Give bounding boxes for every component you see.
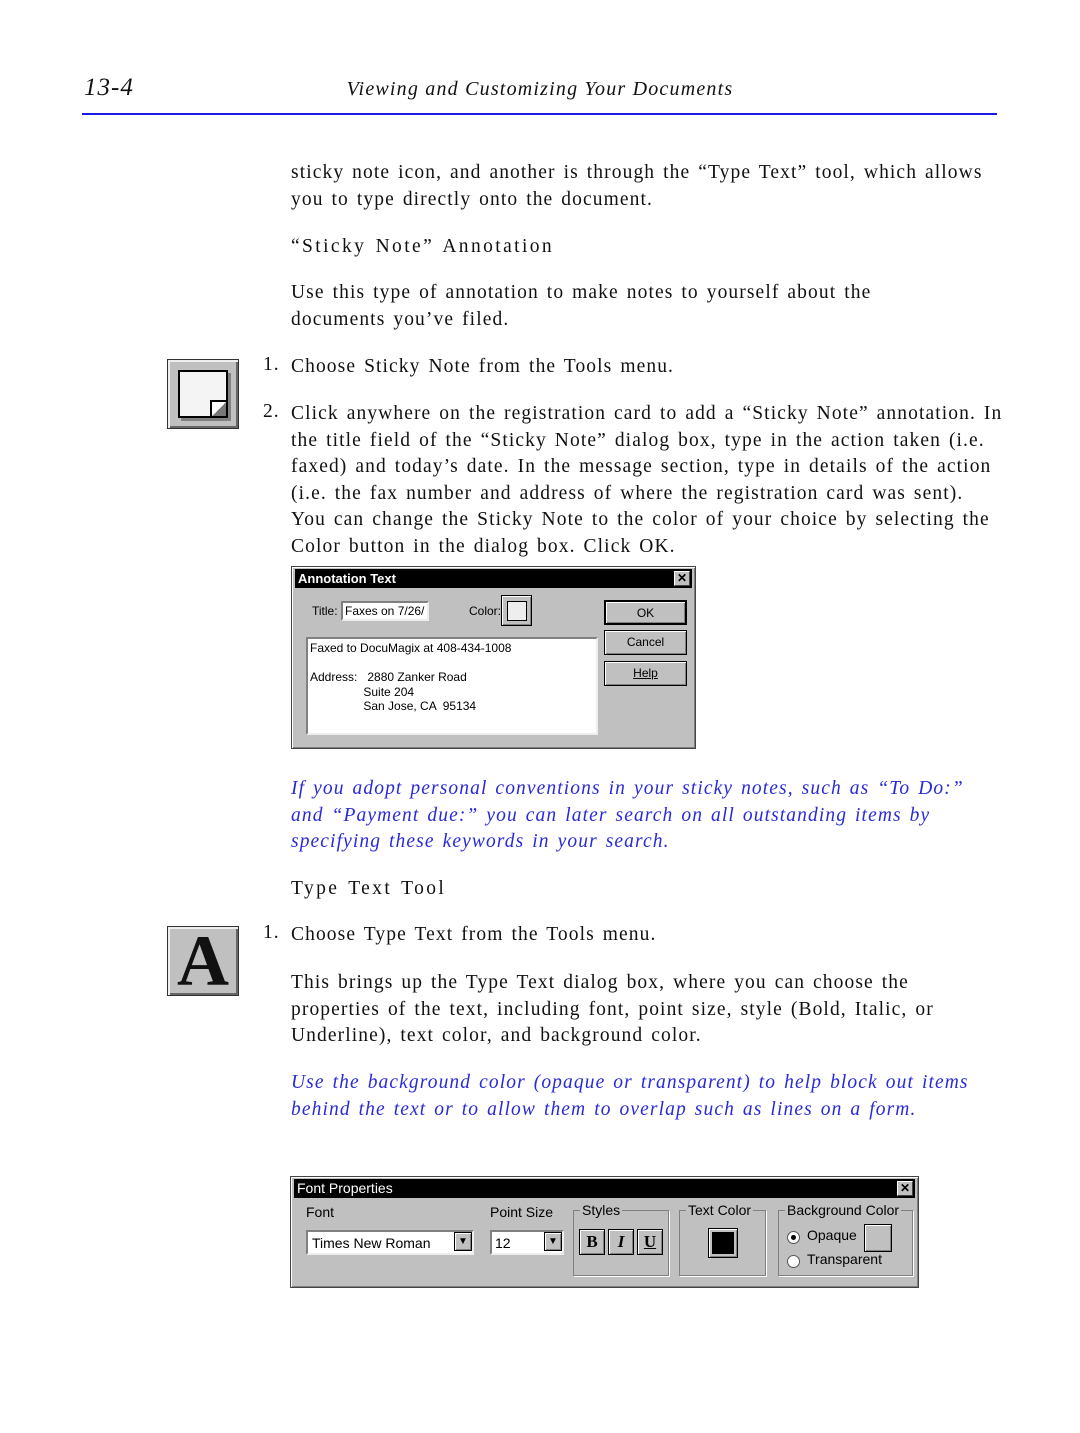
- sticky-step-2: Click anywhere on the registration card …: [291, 403, 1003, 557]
- message-line: [310, 656, 594, 671]
- header-rule: [82, 113, 997, 115]
- background-color-button[interactable]: [864, 1224, 892, 1252]
- font-label: Font: [306, 1204, 335, 1220]
- type-text-description: This brings up the Type Text dialog box,…: [291, 972, 934, 1047]
- message-line: San Jose, CA 95134: [310, 699, 477, 713]
- point-size-select[interactable]: 12 ▼: [490, 1230, 564, 1255]
- font-select[interactable]: Times New Roman ▼: [306, 1230, 474, 1255]
- transparent-radio[interactable]: [787, 1255, 800, 1268]
- text-color-label: Text Color: [686, 1202, 754, 1218]
- sticky-note-icon: [178, 370, 228, 418]
- color-label: Color:: [469, 604, 502, 618]
- background-color-group: Background Color Opaque Transparent: [778, 1202, 913, 1276]
- sticky-note-description: Use this type of annotation to make note…: [291, 282, 872, 330]
- type-text-tool-button: A: [167, 921, 239, 1001]
- styles-group: Styles B I U: [573, 1202, 669, 1276]
- help-button[interactable]: Help: [604, 661, 687, 686]
- chevron-down-icon[interactable]: ▼: [544, 1232, 562, 1251]
- title-label: Title:: [312, 604, 338, 618]
- tip-background-color: Use the background color (opaque or tran…: [291, 1072, 969, 1120]
- message-textarea[interactable]: Faxed to DocuMagix at 408-434-1008 Addre…: [306, 637, 598, 735]
- point-size-value: 12: [495, 1235, 511, 1251]
- transparent-label: Transparent: [807, 1251, 882, 1267]
- point-size-label: Point Size: [490, 1204, 554, 1220]
- styles-label: Styles: [580, 1202, 623, 1218]
- cancel-button[interactable]: Cancel: [604, 630, 687, 655]
- step-number: 1.: [263, 922, 280, 943]
- text-color-swatch: [712, 1232, 734, 1254]
- sticky-note-tool-button: [167, 359, 239, 429]
- annotation-text-dialog: Annotation Text ✕ Title: Faxes on 7/26/ C…: [291, 566, 696, 749]
- sticky-note-icon: [507, 601, 527, 621]
- bold-button[interactable]: B: [579, 1229, 605, 1255]
- step-number: 2.: [263, 401, 280, 422]
- type-text-heading: Type Text Tool: [291, 878, 447, 899]
- dialog-title-bar: Font Properties ✕: [294, 1179, 915, 1198]
- chevron-down-icon[interactable]: ▼: [454, 1232, 472, 1251]
- message-line: Suite 204: [310, 684, 415, 699]
- text-color-button[interactable]: [708, 1228, 738, 1258]
- dialog-title: Font Properties: [297, 1180, 393, 1196]
- intro-paragraph: sticky note icon, and another is through…: [291, 162, 983, 210]
- close-icon[interactable]: ✕: [897, 1181, 913, 1196]
- running-header: Viewing and Customizing Your Documents: [346, 78, 734, 100]
- sticky-step-1: Choose Sticky Note from the Tools menu.: [291, 356, 675, 377]
- document-page: 13-4 Viewing and Customizing Your Docume…: [0, 0, 1080, 1433]
- step-number: 1.: [263, 354, 280, 375]
- message-line: Faxed to DocuMagix at 408-434-1008: [310, 641, 512, 655]
- font-properties-dialog: Font Properties ✕ Font Times New Roman ▼ P…: [290, 1176, 919, 1288]
- ok-button[interactable]: OK: [604, 600, 687, 625]
- message-line: Address: 2880 Zanker Road: [310, 670, 467, 684]
- type-step-1: Choose Type Text from the Tools menu.: [291, 924, 657, 945]
- letter-a-icon: A: [177, 921, 229, 1001]
- italic-button[interactable]: I: [608, 1229, 634, 1255]
- text-color-group: Text Color: [679, 1202, 766, 1276]
- dialog-title-bar: Annotation Text ✕: [295, 569, 692, 588]
- tip-sticky-notes: If you adopt personal conventions in you…: [291, 778, 964, 853]
- background-color-label: Background Color: [785, 1202, 902, 1218]
- sticky-note-heading: “Sticky Note” Annotation: [291, 236, 555, 257]
- opaque-label: Opaque: [807, 1227, 857, 1243]
- dialog-title: Annotation Text: [298, 571, 396, 586]
- font-value: Times New Roman: [312, 1235, 431, 1251]
- color-button[interactable]: [501, 595, 532, 626]
- underline-button[interactable]: U: [637, 1229, 663, 1255]
- close-icon[interactable]: ✕: [674, 571, 690, 586]
- opaque-radio[interactable]: [787, 1231, 800, 1244]
- title-input[interactable]: Faxes on 7/26/: [341, 601, 429, 621]
